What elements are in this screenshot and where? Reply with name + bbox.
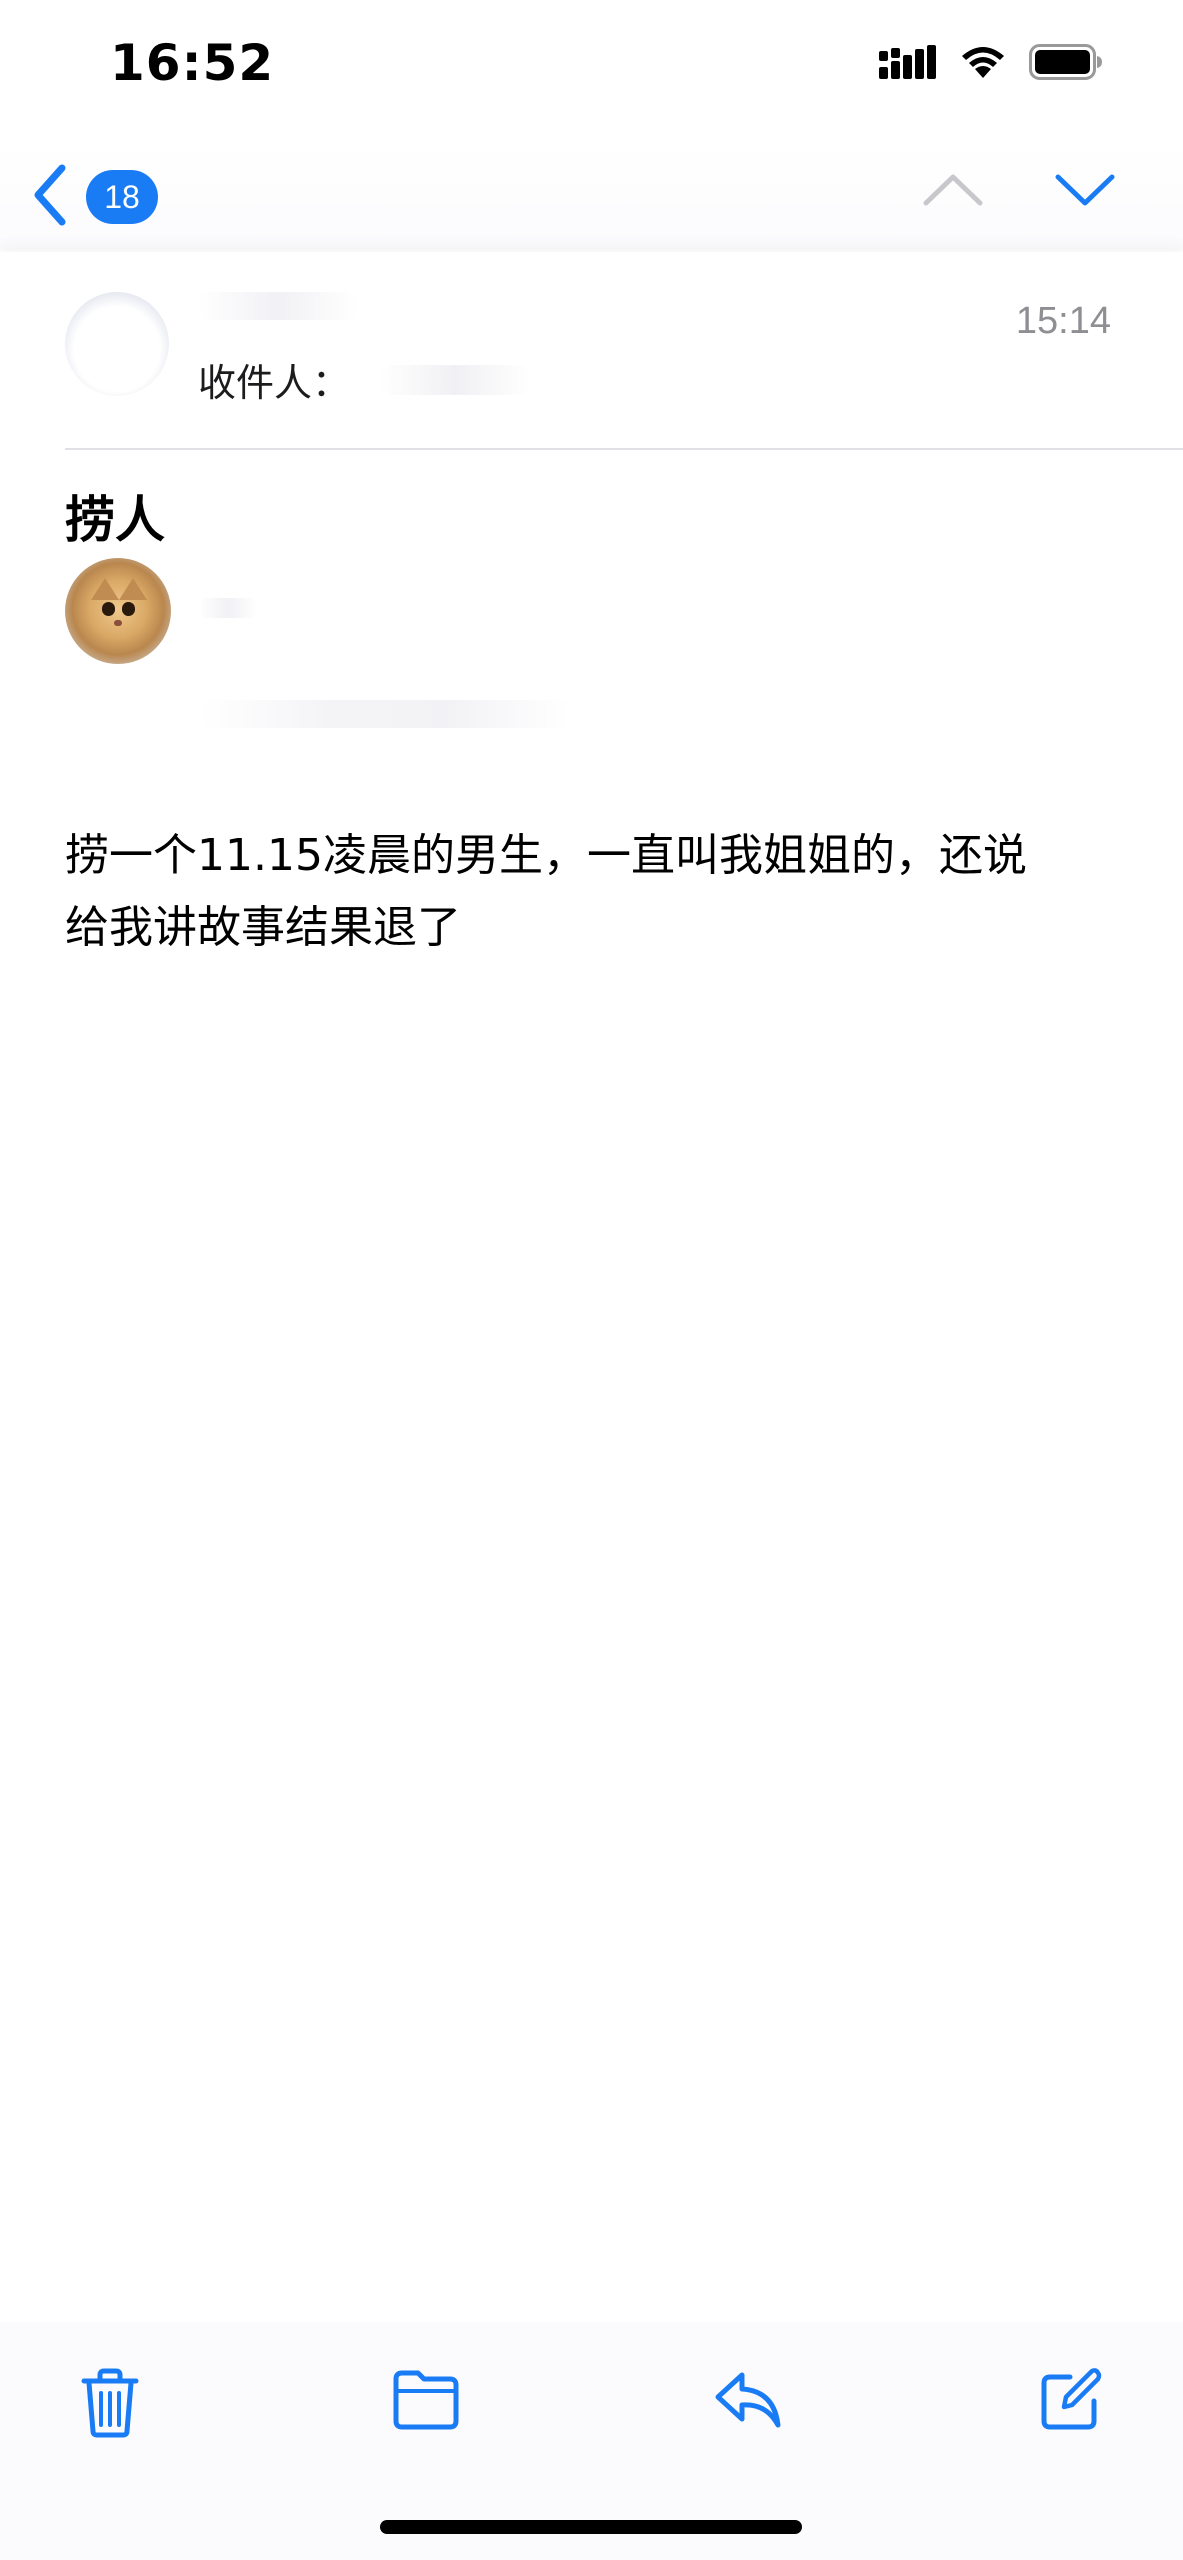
chevron-up-icon	[920, 174, 986, 219]
mail-content: 收件人： 15:14 捞人 捞一个11.15凌晨的男生，一直叫我姐姐的，还说 给…	[0, 252, 1183, 2322]
trash-icon	[78, 2367, 142, 2439]
embedded-name-redacted	[198, 598, 258, 618]
header-divider	[65, 448, 1183, 450]
mail-body: 捞一个11.15凌晨的男生，一直叫我姐姐的，还说 给我讲故事结果退了	[65, 820, 1105, 964]
move-to-folder-button[interactable]	[390, 2367, 462, 2431]
recipient-label: 收件人：	[198, 361, 351, 405]
status-icons	[879, 44, 1103, 80]
back-button[interactable]: 18	[30, 160, 158, 234]
mail-body-line: 给我讲故事结果退了	[65, 902, 461, 953]
home-indicator[interactable]	[380, 2520, 802, 2534]
chevron-left-icon	[30, 160, 70, 234]
status-bar: 16:52	[0, 0, 1183, 140]
sender-avatar[interactable]	[65, 292, 169, 396]
wifi-icon	[959, 44, 1007, 80]
recipient-value-redacted[interactable]	[380, 364, 531, 395]
embedded-email-redacted	[200, 700, 570, 728]
mail-subject: 捞人	[65, 491, 165, 549]
reply-icon	[712, 2367, 784, 2431]
battery-icon	[1029, 44, 1103, 80]
recipient-row: 收件人：	[198, 352, 531, 407]
mail-time: 15:14	[1015, 300, 1111, 342]
compose-icon	[1036, 2367, 1104, 2435]
compose-button[interactable]	[1036, 2367, 1104, 2435]
next-message-button[interactable]	[1052, 165, 1118, 219]
folder-icon	[390, 2367, 462, 2431]
unread-count-badge: 18	[86, 170, 158, 224]
delete-button[interactable]	[78, 2367, 142, 2439]
navigation-bar: 18	[0, 140, 1183, 250]
chevron-down-icon	[1052, 174, 1118, 219]
status-time: 16:52	[110, 34, 275, 92]
cellular-signal-icon	[879, 45, 937, 79]
reply-button[interactable]	[712, 2367, 784, 2431]
mail-body-line: 捞一个11.15凌晨的男生，一直叫我姐姐的，还说	[65, 830, 1027, 881]
previous-message-button[interactable]	[920, 165, 986, 219]
sender-name-redacted[interactable]	[198, 292, 358, 320]
embedded-avatar-image	[65, 558, 171, 664]
